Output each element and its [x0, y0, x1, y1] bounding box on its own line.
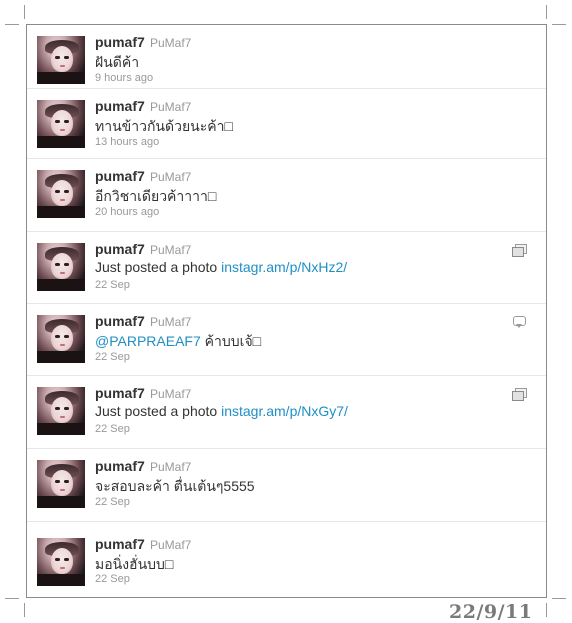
avatar[interactable] — [37, 243, 85, 291]
tweet-item[interactable]: pumaf7 PuMaf7 อีกวิชาเดียวค้าาาา□ 20 hou… — [27, 159, 546, 232]
crop-mark — [24, 5, 25, 19]
user-handle[interactable]: PuMaf7 — [150, 460, 191, 474]
tweet-text: ทานข้าวกันด้วยนะค้า□ — [95, 118, 233, 134]
tweet-item[interactable]: pumaf7 PuMaf7 @PARPRAEAF7 ค้าบบเจ้□ 22 S… — [27, 304, 546, 376]
tweet-text: จะสอบละค้า ตื่นเต้นๆ5555 — [95, 478, 255, 494]
mention-link[interactable]: @PARPRAEAF7 — [95, 333, 201, 349]
crop-mark — [552, 598, 566, 599]
tweet-text: Just posted a photo instagr.am/p/NxHz2/ — [95, 259, 347, 275]
photo-link[interactable]: instagr.am/p/NxHz2/ — [221, 259, 347, 275]
crop-mark — [546, 603, 547, 617]
tweet-text: Just posted a photo instagr.am/p/NxGy7/ — [95, 403, 348, 419]
tweet-timestamp[interactable]: 9 hours ago — [95, 72, 153, 84]
photo-icon[interactable] — [512, 388, 527, 401]
crop-mark — [5, 598, 19, 599]
user-handle[interactable]: PuMaf7 — [150, 387, 191, 401]
user-name[interactable]: pumaf7 — [95, 168, 145, 184]
tweet-timestamp[interactable]: 22 Sep — [95, 279, 130, 291]
tweet-text: @PARPRAEAF7 ค้าบบเจ้□ — [95, 331, 261, 353]
tweet-item[interactable]: pumaf7 PuMaf7 Just posted a photo instag… — [27, 376, 546, 449]
user-name[interactable]: pumaf7 — [95, 385, 145, 401]
tweet-item[interactable]: pumaf7 PuMaf7 มอนิ่งฮั่นบบ□ 22 Sep — [27, 522, 546, 597]
tweet-item[interactable]: pumaf7 PuMaf7 Just posted a photo instag… — [27, 232, 546, 304]
crop-mark — [5, 24, 19, 25]
user-name[interactable]: pumaf7 — [95, 536, 145, 552]
user-handle[interactable]: PuMaf7 — [150, 315, 191, 329]
tweet-timestamp[interactable]: 22 Sep — [95, 423, 130, 435]
tweet-text: ฝันดีค้า — [95, 54, 140, 70]
crop-mark — [24, 603, 25, 617]
user-handle[interactable]: PuMaf7 — [150, 36, 191, 50]
avatar[interactable] — [37, 538, 85, 586]
avatar[interactable] — [37, 315, 85, 363]
tweet-item[interactable]: pumaf7 PuMaf7 ทานข้าวกันด้วยนะค้า□ 13 ho… — [27, 89, 546, 159]
crop-mark — [546, 5, 547, 19]
user-name[interactable]: pumaf7 — [95, 98, 145, 114]
tweet-text: อีกวิชาเดียวค้าาาา□ — [95, 188, 217, 204]
user-name[interactable]: pumaf7 — [95, 458, 145, 474]
tweet-text-body: Just posted a photo — [95, 259, 222, 275]
avatar[interactable] — [37, 36, 85, 84]
user-handle[interactable]: PuMaf7 — [150, 170, 191, 184]
user-name[interactable]: pumaf7 — [95, 313, 145, 329]
user-handle[interactable]: PuMaf7 — [150, 243, 191, 257]
tweet-item[interactable]: pumaf7 PuMaf7 ฝันดีค้า 9 hours ago — [27, 25, 546, 89]
tweet-item[interactable]: pumaf7 PuMaf7 จะสอบละค้า ตื่นเต้นๆ5555 2… — [27, 449, 546, 522]
tweet-timestamp[interactable]: 22 Sep — [95, 573, 130, 585]
tweet-timestamp[interactable]: 22 Sep — [95, 351, 130, 363]
avatar[interactable] — [37, 460, 85, 508]
reply-icon[interactable] — [512, 316, 526, 328]
user-name[interactable]: pumaf7 — [95, 241, 145, 257]
tweet-timeline: pumaf7 PuMaf7 ฝันดีค้า 9 hours ago pumaf… — [26, 24, 547, 598]
avatar[interactable] — [37, 170, 85, 218]
crop-mark — [552, 24, 566, 25]
tweet-timestamp[interactable]: 22 Sep — [95, 496, 130, 508]
date-stamp: 22/9/11 — [449, 601, 533, 623]
photo-icon[interactable] — [512, 244, 527, 257]
tweet-timestamp[interactable]: 13 hours ago — [95, 136, 159, 148]
avatar[interactable] — [37, 387, 85, 435]
user-name[interactable]: pumaf7 — [95, 34, 145, 50]
user-handle[interactable]: PuMaf7 — [150, 538, 191, 552]
tweet-timestamp[interactable]: 20 hours ago — [95, 206, 159, 218]
photo-link[interactable]: instagr.am/p/NxGy7/ — [221, 403, 348, 419]
user-handle[interactable]: PuMaf7 — [150, 100, 191, 114]
avatar[interactable] — [37, 100, 85, 148]
tweet-text-body: ค้าบบเจ้□ — [200, 333, 262, 349]
tweet-text-body: Just posted a photo — [95, 403, 222, 419]
